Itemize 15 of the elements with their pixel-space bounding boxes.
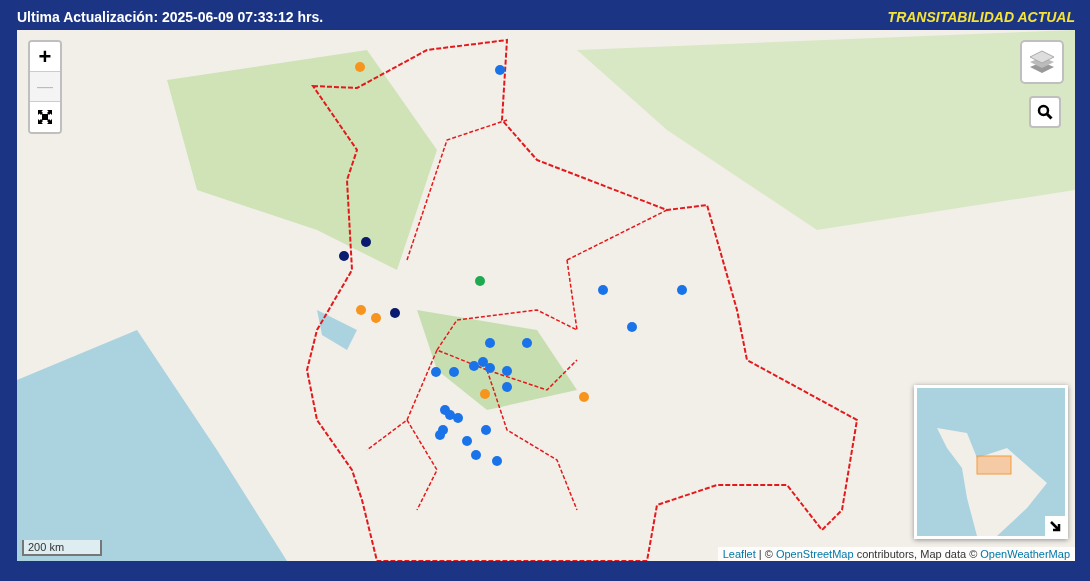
minimap-toggle-button[interactable]: [1045, 516, 1065, 536]
scale-bar: 200 km: [22, 540, 102, 556]
last-update-text: Ultima Actualización: 2025-06-09 07:33:12 hrs.: [17, 8, 324, 25]
zoom-in-button[interactable]: +: [30, 42, 60, 72]
attribution-link[interactable]: OpenStreetMap: [775, 548, 854, 560]
layers-button[interactable]: [1020, 40, 1064, 84]
attribution-link[interactable]: Leaflet: [722, 548, 756, 560]
search-icon: [1037, 104, 1053, 120]
fullscreen-icon: [38, 110, 52, 124]
map-title: TRANSITABILIDAD ACTUAL: [887, 8, 1075, 25]
search-button[interactable]: [1029, 96, 1061, 128]
layers-icon: [1028, 48, 1056, 76]
attribution-link[interactable]: OpenWeatherMap: [980, 548, 1070, 560]
arrow-icon: [1049, 520, 1061, 532]
attribution-text: Leaflet | © OpenStreetMap contributors, Map data © OpenWeatherMap: [717, 547, 1075, 561]
